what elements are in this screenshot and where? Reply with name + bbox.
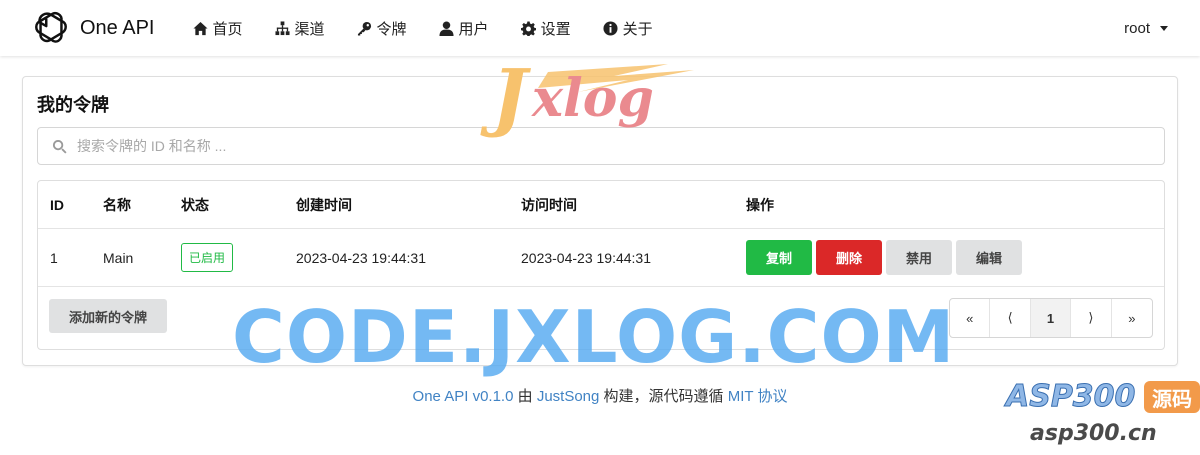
search-box [37, 127, 1165, 165]
asp300-watermark-domain: asp300.cn [1030, 421, 1157, 446]
nav-item-label: 用户 [458, 20, 489, 38]
tokens-table: ID 名称 状态 创建时间 访问时间 操作 1 Main 已启用 2023-04… [37, 180, 1165, 350]
page-last-button[interactable]: » [1112, 299, 1152, 337]
nav-item-users[interactable]: 用户 [423, 0, 505, 56]
nav-item-tokens[interactable]: 令牌 [341, 0, 423, 56]
footer: One API v0.1.0 由 JustSong 构建，源代码遵循 MIT 协… [0, 385, 1200, 406]
cell-id: 1 [50, 249, 58, 266]
nav-item-label: 渠道 [294, 20, 325, 38]
nav-item-about[interactable]: 关于 [587, 0, 669, 56]
edit-button[interactable]: 编辑 [956, 240, 1023, 275]
page-current-button[interactable]: 1 [1030, 299, 1072, 337]
tokens-card: 我的令牌 ID 名称 状态 创建时间 访问时间 操作 1 Main 已启用 20… [22, 76, 1178, 366]
cell-actions: 复制 删除 禁用 编辑 [746, 229, 1026, 286]
page-prev-button[interactable]: ⟨ [990, 299, 1031, 337]
disable-button[interactable]: 禁用 [886, 240, 953, 275]
delete-button[interactable]: 删除 [816, 240, 883, 275]
nav-item-label: 令牌 [376, 20, 407, 38]
column-header-name: 名称 [103, 196, 131, 213]
column-header-id: ID [50, 196, 64, 213]
footer-version-link[interactable]: One API v0.1.0 [413, 388, 514, 405]
nav-item-home[interactable]: 首页 [177, 0, 259, 56]
top-navbar: One API 首页 渠道 令牌 用户 设置 关于 root [0, 0, 1200, 56]
add-token-button[interactable]: 添加新的令牌 [49, 299, 168, 333]
nav-item-label: 关于 [622, 20, 653, 38]
caret-down-icon [1160, 25, 1168, 31]
column-header-actions: 操作 [746, 196, 774, 213]
username: root [1124, 19, 1150, 37]
gear-icon [520, 20, 536, 36]
home-icon [192, 21, 208, 35]
cell-created: 2023-04-23 19:44:31 [296, 249, 426, 266]
cell-accessed: 2023-04-23 19:44:31 [521, 249, 651, 266]
footer-license-link[interactable]: MIT 协议 [728, 388, 788, 405]
nav-item-label: 设置 [540, 20, 571, 38]
column-header-status: 状态 [181, 196, 209, 213]
nav-item-label: 首页 [212, 20, 243, 38]
search-icon [52, 139, 67, 154]
page-title: 我的令牌 [37, 95, 109, 115]
cell-status: 已启用 [181, 229, 234, 286]
openai-logo-icon [35, 11, 67, 43]
table-row: 1 Main 已启用 2023-04-23 19:44:31 2023-04-2… [38, 229, 1164, 287]
column-header-created: 创建时间 [296, 196, 352, 213]
copy-button[interactable]: 复制 [746, 240, 813, 275]
page-next-button[interactable]: ⟩ [1071, 299, 1112, 337]
status-badge: 已启用 [181, 243, 234, 272]
pagination: « ⟨ 1 ⟩ » [949, 298, 1153, 338]
search-input[interactable] [77, 138, 1164, 154]
footer-author-link[interactable]: JustSong [537, 388, 600, 405]
column-header-accessed: 访问时间 [521, 196, 577, 213]
page-first-button[interactable]: « [950, 299, 991, 337]
cell-name: Main [103, 249, 134, 266]
brand[interactable]: One API [32, 9, 155, 47]
user-dropdown[interactable]: root [1124, 0, 1168, 56]
nav-item-channels[interactable]: 渠道 [259, 0, 341, 56]
key-icon [357, 21, 371, 36]
table-header: ID 名称 状态 创建时间 访问时间 操作 [38, 181, 1164, 229]
footer-text-built: 构建，源代码遵循 [603, 388, 724, 405]
info-icon [603, 20, 618, 36]
sitemap-icon [274, 20, 290, 35]
nav-item-settings[interactable]: 设置 [505, 0, 587, 56]
footer-text-by: 由 [517, 388, 533, 405]
brand-name: One API [80, 16, 155, 39]
nav-menu: 首页 渠道 令牌 用户 设置 关于 [177, 0, 669, 56]
user-icon [439, 20, 454, 36]
